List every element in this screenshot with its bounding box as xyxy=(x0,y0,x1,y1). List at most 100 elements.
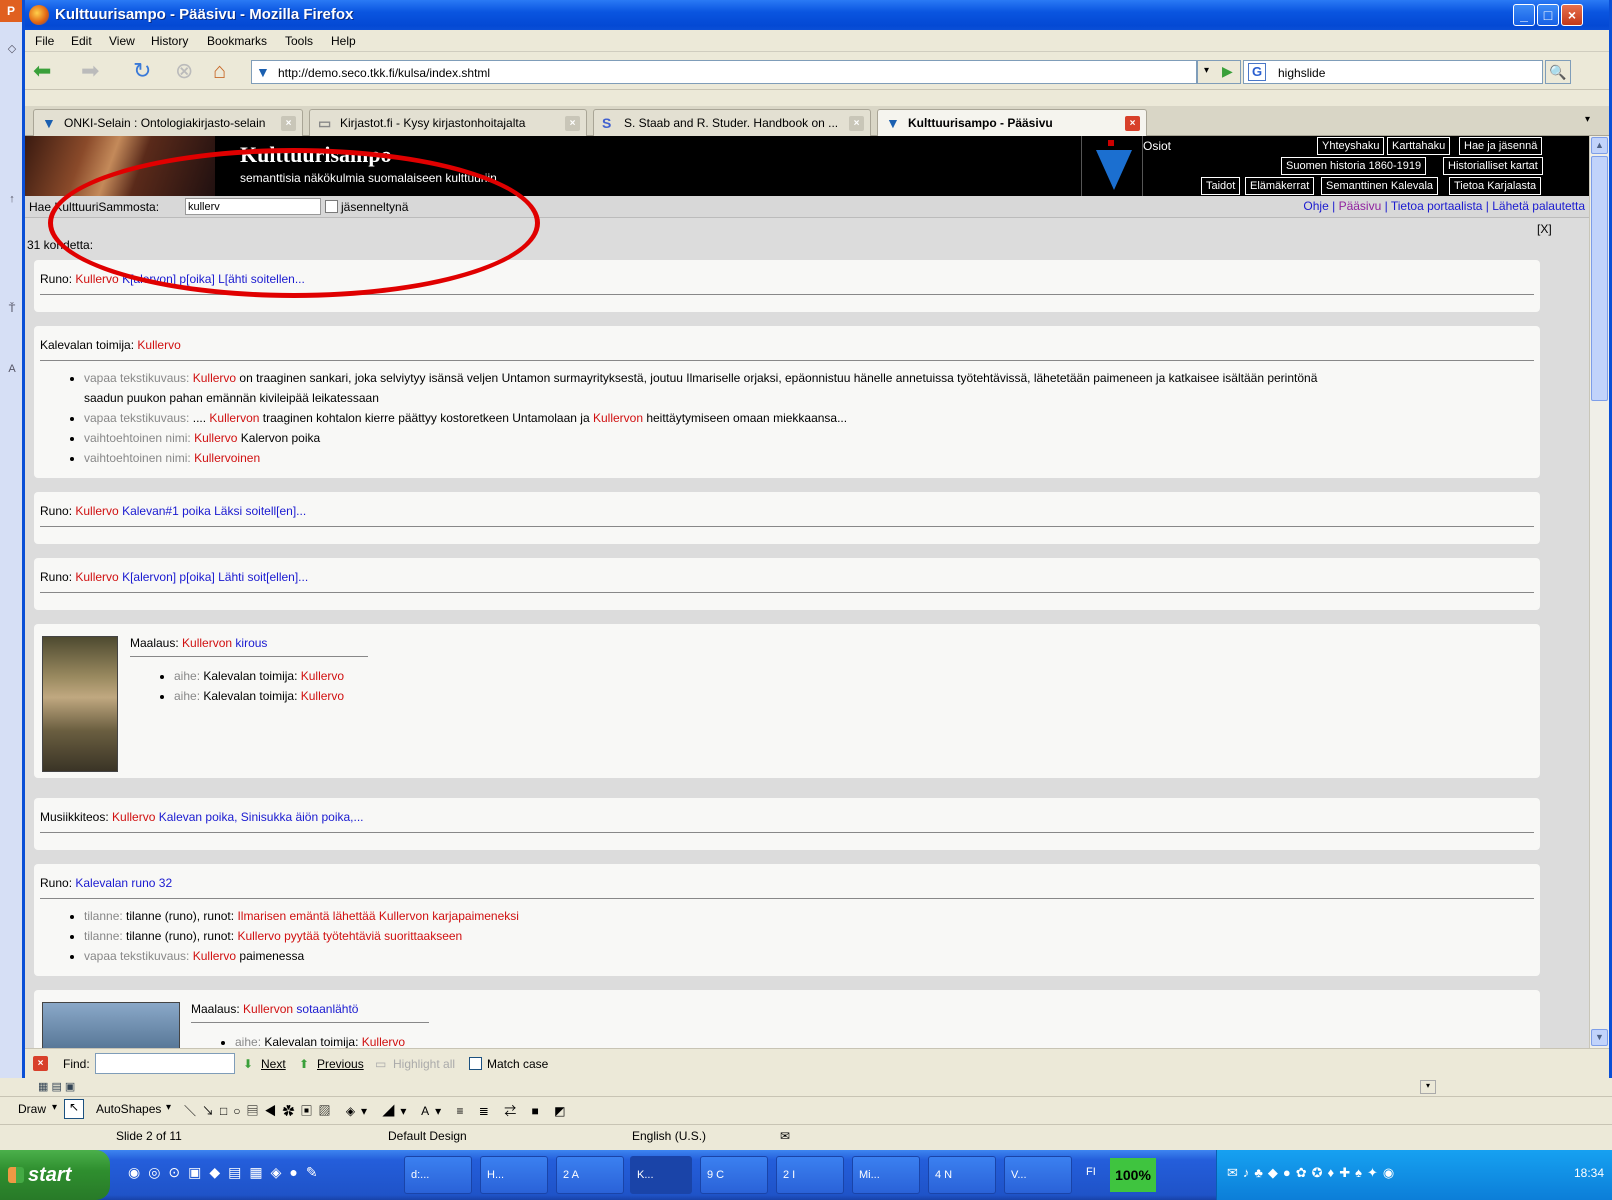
taskbar-item-8[interactable]: 4 N xyxy=(928,1156,996,1194)
home-icon[interactable]: ⌂ xyxy=(213,58,226,84)
menu-view[interactable]: View xyxy=(109,34,135,48)
result-link[interactable]: Kullervon xyxy=(182,636,232,650)
close-button[interactable]: × xyxy=(1561,4,1583,26)
result-link[interactable]: Kalevalan runo 32 xyxy=(75,876,172,890)
draw-menu[interactable]: Draw xyxy=(18,1102,46,1116)
link-karttahaku[interactable]: Karttahaku xyxy=(1387,137,1451,155)
link-tietoa-karjalasta[interactable]: Tietoa Karjalasta xyxy=(1449,177,1542,195)
url-bar[interactable]: ▼ http://demo.seco.tkk.fi/kulsa/index.sh… xyxy=(251,60,1197,84)
format-icon[interactable]: A xyxy=(3,360,21,378)
link-hae-ja-jasenna[interactable]: Hae ja jäsennä xyxy=(1459,137,1543,155)
tab-onki[interactable]: ▼ ONKI-Selain : Ontologiakirjasto-selain… xyxy=(33,109,303,136)
taskbar-item-4[interactable]: K... xyxy=(630,1156,692,1194)
taskbar-item-6[interactable]: 2 I xyxy=(776,1156,844,1194)
menu-history[interactable]: History xyxy=(151,34,188,48)
close-results-button[interactable]: [X] xyxy=(1537,222,1552,236)
find-input[interactable] xyxy=(95,1053,235,1074)
structured-checkbox[interactable] xyxy=(325,200,338,213)
property-link[interactable]: Kullervo xyxy=(193,371,236,385)
link-paasivu[interactable]: Pääsivu xyxy=(1339,199,1382,213)
site-search-input[interactable] xyxy=(185,198,321,215)
taskbar-item-5[interactable]: 9 C xyxy=(700,1156,768,1194)
minimize-button[interactable]: _ xyxy=(1513,4,1535,26)
taskbar-item-1[interactable]: d:... xyxy=(404,1156,472,1194)
property-link[interactable]: Kullervo xyxy=(193,949,236,963)
language-bar[interactable]: FI xyxy=(1086,1166,1096,1178)
link-tietoa-portaalista[interactable]: Tietoa portaalista xyxy=(1391,199,1483,213)
link-elamakerrat[interactable]: Elämäkerrat xyxy=(1245,177,1315,195)
result-link[interactable]: Kullervo xyxy=(75,570,118,584)
url-dropdown-go[interactable]: ▾ ▶ xyxy=(1197,60,1241,84)
select-arrow-icon[interactable]: ↖ xyxy=(64,1099,84,1119)
draw-dropdown-icon[interactable]: ▾ xyxy=(52,1102,57,1113)
scroll-thumb[interactable] xyxy=(1591,156,1608,401)
tab-kulttuurisampo[interactable]: ▼ Kulttuurisampo - Pääsivu × xyxy=(877,109,1147,137)
painting-thumbnail[interactable] xyxy=(42,1002,180,1048)
taskbar-item-9[interactable]: V... xyxy=(1004,1156,1072,1194)
link-laheta-palautetta[interactable]: Lähetä palautetta xyxy=(1492,199,1585,213)
link-ohje[interactable]: Ohje xyxy=(1303,199,1328,213)
stop-icon[interactable]: ⊗ xyxy=(175,58,193,84)
shape-tools-icon[interactable]: ＼↘□○▤◀✿▣▨ ◈▾ ◢▾ A▾ ≡ ≣ ⇄ ■ ◩ xyxy=(184,1102,571,1119)
menu-help[interactable]: Help xyxy=(331,34,356,48)
result-link[interactable]: sotaanlähtö xyxy=(293,1002,358,1016)
scroll-down-icon[interactable]: ▼ xyxy=(1591,1029,1608,1046)
result-link[interactable]: Kullervo xyxy=(137,338,180,352)
property-link[interactable]: Kullervo xyxy=(362,1035,405,1048)
result-link[interactable]: Kalevan poika, Sinisukka äiön poika,... xyxy=(155,810,364,824)
autoshapes-menu[interactable]: AutoShapes xyxy=(96,1102,161,1116)
autoshapes-dropdown-icon[interactable]: ▾ xyxy=(166,1102,171,1113)
menu-edit[interactable]: Edit xyxy=(71,34,92,48)
property-link[interactable]: Ilmarisen emäntä lähettää Kullervon karj… xyxy=(237,909,518,923)
find-next-button[interactable]: Next xyxy=(261,1057,286,1071)
google-icon[interactable]: G xyxy=(1248,63,1266,81)
maximize-button[interactable]: □ xyxy=(1537,4,1559,26)
arrow-icon[interactable]: ↑ xyxy=(3,190,21,208)
forward-icon[interactable]: ➡ xyxy=(81,58,99,84)
menu-tools[interactable]: Tools xyxy=(285,34,313,48)
tab-kirjastot[interactable]: ▭ Kirjastot.fi - Kysy kirjastonhoitajalt… xyxy=(309,109,587,136)
painting-thumbnail[interactable] xyxy=(42,636,118,772)
property-link[interactable]: Kullervo xyxy=(301,669,344,683)
site-title[interactable]: Kulttuurisampo xyxy=(240,142,392,168)
tab-close-icon[interactable]: × xyxy=(1125,116,1140,131)
tab-close-icon[interactable]: × xyxy=(849,116,864,131)
tab-staab[interactable]: S S. Staab and R. Studer. Handbook on ..… xyxy=(593,109,871,136)
search-go-icon[interactable]: 🔍 xyxy=(1545,60,1571,84)
property-link[interactable]: Kullervon xyxy=(593,411,643,425)
outline-icon[interactable]: ◇ xyxy=(3,40,21,58)
back-icon[interactable]: ⬅ xyxy=(33,58,51,84)
reload-icon[interactable]: ↻ xyxy=(133,58,151,84)
tool-icon[interactable]: Ť xyxy=(3,300,21,318)
result-link[interactable]: Kullervo xyxy=(112,810,155,824)
result-link[interactable]: kirous xyxy=(232,636,267,650)
page-scrollbar[interactable]: ▲ ▼ xyxy=(1589,136,1609,1048)
ppt-scroll-icon[interactable]: ▾ xyxy=(1420,1080,1436,1094)
taskbar-item-7[interactable]: Mi... xyxy=(852,1156,920,1194)
match-case-checkbox[interactable] xyxy=(469,1057,482,1070)
zoom-indicator[interactable]: 100% xyxy=(1110,1158,1156,1192)
taskbar-item-3[interactable]: 2 A xyxy=(556,1156,624,1194)
link-semanttinen-kalevala[interactable]: Semanttinen Kalevala xyxy=(1321,177,1439,195)
link-suomen-historia[interactable]: Suomen historia 1860-1919 xyxy=(1281,157,1427,175)
result-link[interactable]: K[alervon] p[oika] L[ähti soitellen... xyxy=(119,272,305,286)
start-button[interactable]: start xyxy=(0,1150,110,1200)
find-previous-button[interactable]: Previous xyxy=(317,1057,364,1071)
find-close-icon[interactable]: × xyxy=(33,1056,48,1071)
tab-list-icon[interactable]: ▾ xyxy=(1585,114,1590,125)
link-yhteyshaku[interactable]: Yhteyshaku xyxy=(1317,137,1385,155)
scroll-up-icon[interactable]: ▲ xyxy=(1591,137,1608,154)
tab-close-icon[interactable]: × xyxy=(565,116,580,131)
result-link[interactable]: Kullervon xyxy=(243,1002,293,1016)
quick-launch-icons[interactable]: ◉◎⊙▣◆▤▦◈●✎ xyxy=(128,1164,326,1181)
result-link[interactable]: Kullervo xyxy=(75,504,118,518)
tray-icons[interactable]: ✉♪♣◆●✿✪♦✚♠✦◉ xyxy=(1227,1165,1399,1181)
taskbar-item-2[interactable]: H... xyxy=(480,1156,548,1194)
property-link[interactable]: Kullervo xyxy=(301,689,344,703)
result-link[interactable]: Kalevan#1 poika Läksi soitell[en]... xyxy=(119,504,306,518)
link-taidot[interactable]: Taidot xyxy=(1201,177,1241,195)
search-bar[interactable]: G highslide xyxy=(1243,60,1543,84)
result-link[interactable]: Kullervo xyxy=(75,272,118,286)
property-link[interactable]: Kullervoinen xyxy=(194,451,260,465)
highlight-all-button[interactable]: Highlight all xyxy=(393,1057,455,1071)
